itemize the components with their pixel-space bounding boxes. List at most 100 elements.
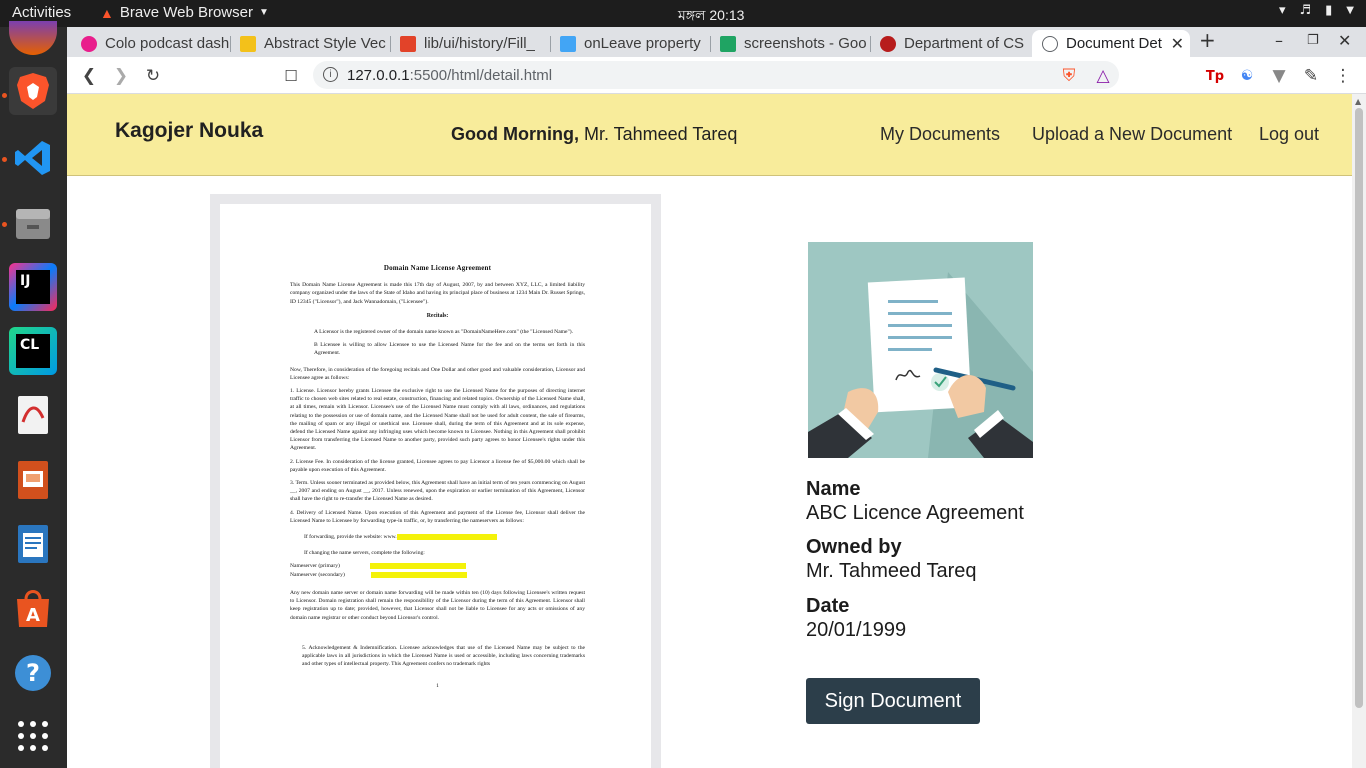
wifi-icon: ▾ <box>1278 3 1286 18</box>
minimize-button[interactable]: – <box>1275 31 1283 50</box>
ubuntu-software-icon[interactable]: A <box>9 584 57 632</box>
tab-label: lib/ui/history/Fill_ <box>424 35 535 52</box>
bookmark-icon[interactable]: ☐ <box>279 64 303 88</box>
clause-1: 1. License. Licensor hereby grants Licen… <box>290 388 585 452</box>
brand-logo[interactable]: Kagojer Nouka <box>115 119 263 143</box>
url-host: 127.0.0.1 <box>347 66 410 84</box>
address-bar[interactable]: i 127.0.0.1:5500/html/detail.html <box>313 61 1119 89</box>
forwarding-line: If forwarding, provide the website: www. <box>290 533 585 541</box>
tab-document-details[interactable]: Document Det ✕ <box>1032 30 1190 57</box>
tab-label: screenshots - Goo <box>744 35 867 52</box>
favicon-icon <box>880 35 896 52</box>
brave-icon[interactable] <box>9 67 57 115</box>
tab-gitlab-history[interactable]: lib/ui/history/Fill_ <box>390 30 550 57</box>
name-value: ABC Licence Agreement <box>806 502 1024 524</box>
files-icon[interactable] <box>9 199 57 247</box>
tab-strip: Colo podcast dash Abstract Style Vec lib… <box>67 27 1366 57</box>
recital-b: B Licensee is willing to allow Licensee … <box>314 342 585 357</box>
ns-secondary-label: Nameserver (secondary) <box>290 571 345 578</box>
tp-extension-icon[interactable]: Tp <box>1203 64 1227 88</box>
libreoffice-impress-icon[interactable] <box>9 456 57 504</box>
sign-document-button[interactable]: Sign Document <box>806 678 980 724</box>
tab-label: Department of CS <box>904 35 1025 52</box>
therefore-clause: Now, Therefore, in consideration of the … <box>290 366 585 381</box>
favicon-icon <box>81 35 97 52</box>
tab-colo-podcast[interactable]: Colo podcast dash <box>71 30 229 57</box>
clause-4: 4. Delivery of Licensed Name. Upon execu… <box>290 509 585 524</box>
nav-log-out[interactable]: Log out <box>1259 124 1319 145</box>
nameservers-intro: If changing the name servers, complete t… <box>304 550 425 557</box>
site-header: Kagojer Nouka Good Morning, Mr. Tahmeed … <box>67 94 1352 176</box>
vscode-icon[interactable] <box>9 134 57 182</box>
document-title: Domain Name License Agreement <box>383 264 492 272</box>
page-number: 1 <box>436 683 439 690</box>
close-icon[interactable]: ✕ <box>1171 34 1184 54</box>
highlight-field <box>396 534 497 541</box>
date-value: 20/01/1999 <box>806 619 907 641</box>
chevron-down-icon: ▼ <box>258 7 269 18</box>
document-signing-illustration <box>808 242 1033 458</box>
forward-button[interactable]: ❯ <box>109 64 133 88</box>
activities-button[interactable]: Activities <box>12 4 71 21</box>
battery-icon: ▮ <box>1325 3 1333 18</box>
greeting-user-name: Mr. Tahmeed Tareq <box>578 124 738 144</box>
brave-shields-icon[interactable]: ⛨ <box>1057 64 1081 88</box>
new-tab-button[interactable]: + <box>1199 28 1216 52</box>
libreoffice-writer-icon[interactable] <box>9 520 57 568</box>
name-label: Name <box>806 478 861 500</box>
chevron-down-icon: ▼ <box>1346 5 1354 16</box>
clock[interactable]: মঙ্গল 20:13 <box>678 4 744 28</box>
volume-icon: ♬ <box>1299 3 1312 18</box>
greeting: Good Morning, Mr. Tahmeed Tareq <box>451 124 737 145</box>
running-indicator <box>2 157 7 162</box>
svg-text:?: ? <box>26 659 40 687</box>
document-preview-page[interactable]: Domain Name License Agreement This Domai… <box>220 204 651 768</box>
translate-extension-icon[interactable]: ☯ <box>1235 64 1259 88</box>
tab-abstract-style[interactable]: Abstract Style Vec <box>230 30 390 57</box>
maximize-button[interactable]: ❐ <box>1307 33 1319 48</box>
gitlab-icon <box>400 35 416 52</box>
owner-label: Owned by <box>806 536 902 558</box>
document-preview-frame: Domain Name License Agreement This Domai… <box>210 194 661 768</box>
brave-rewards-icon[interactable]: △ <box>1091 64 1115 88</box>
reload-button[interactable]: ↻ <box>141 64 165 88</box>
favicon-icon <box>240 35 256 52</box>
close-window-button[interactable]: ✕ <box>1338 31 1351 50</box>
intellij-idea-icon[interactable]: IJ <box>9 263 57 311</box>
tab-screenshots-drive[interactable]: screenshots - Goo <box>710 30 870 57</box>
system-tray[interactable]: ▾ ♬ ▮ ▼ <box>1279 3 1354 18</box>
highlight-field <box>369 563 466 570</box>
running-indicator <box>2 222 7 227</box>
nav-upload-document[interactable]: Upload a New Document <box>1032 124 1232 145</box>
ns-secondary: Nameserver (secondary) <box>290 571 585 579</box>
menu-icon[interactable]: ⋮ <box>1331 64 1355 88</box>
brave-icon: ▲ <box>100 4 114 21</box>
app-menu[interactable]: ▲ Brave Web Browser ▼ <box>100 4 269 21</box>
clion-icon[interactable]: CL <box>9 327 57 375</box>
clause-2: 2. License Fee. In consideration of the … <box>290 458 585 473</box>
forwarding-label: If forwarding, provide the website: www. <box>304 534 397 541</box>
tab-onleave-property[interactable]: onLeave property <box>550 30 710 57</box>
back-button[interactable]: ❮ <box>77 64 101 88</box>
document-viewer-icon[interactable] <box>9 391 57 439</box>
document-intro: This Domain Name License Agreement is ma… <box>290 282 585 305</box>
tab-department-cs[interactable]: Department of CS <box>870 30 1030 57</box>
tab-label: onLeave property <box>584 35 701 52</box>
svg-text:A: A <box>26 605 40 626</box>
page-scrollbar[interactable]: ▲ <box>1352 94 1366 768</box>
scrollbar-thumb[interactable] <box>1355 108 1363 708</box>
nav-my-documents[interactable]: My Documents <box>880 124 1000 145</box>
running-indicator <box>2 93 7 98</box>
firefox-icon[interactable] <box>9 21 57 55</box>
info-icon[interactable]: i <box>323 67 338 82</box>
ns-primary-label: Nameserver (primary) <box>290 563 340 570</box>
extensions-icon[interactable]: ✎ <box>1299 64 1323 88</box>
tab-label: Colo podcast dash <box>105 35 229 52</box>
vpn-extension-icon[interactable]: ▼ <box>1267 64 1291 88</box>
show-applications-icon[interactable] <box>9 712 57 760</box>
url-path: :5500/html/detail.html <box>409 66 553 84</box>
scroll-up-icon[interactable]: ▲ <box>1355 97 1361 106</box>
page-content: Kagojer Nouka Good Morning, Mr. Tahmeed … <box>67 94 1352 768</box>
owner-value: Mr. Tahmeed Tareq <box>806 560 977 582</box>
help-icon[interactable]: ? <box>9 649 57 697</box>
